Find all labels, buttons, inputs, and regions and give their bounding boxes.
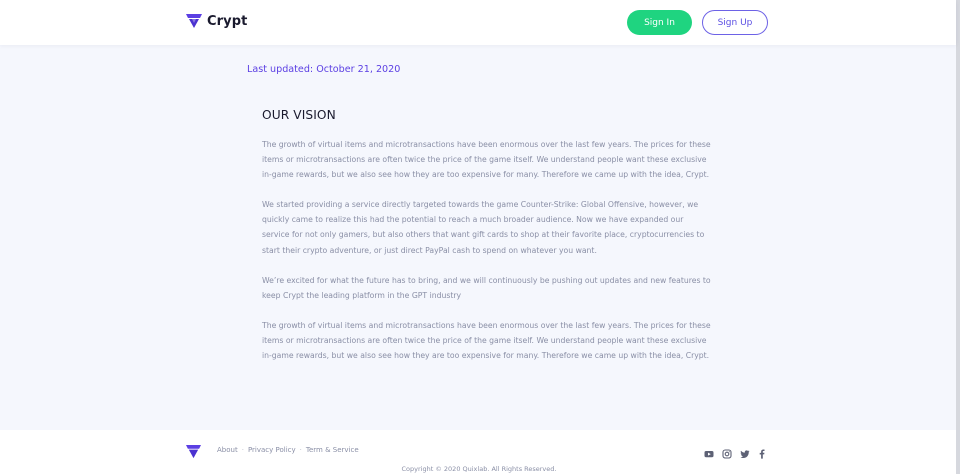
footer-link-about[interactable]: About [217,446,238,454]
page-footer: About · Privacy Policy · Term & Service … [0,430,956,474]
brand-logo[interactable]: Crypt [186,13,247,29]
paragraph: The growth of virtual items and microtra… [262,320,711,361]
paragraph: The growth of virtual items and microtra… [262,140,711,180]
brand-name: Crypt [207,13,248,29]
crypt-logo-icon [186,14,202,28]
paragraph: We started providing a service directly … [262,200,705,255]
top-header: Crypt Sign In Sign Up [0,0,956,45]
page-scrollbar[interactable] [956,0,960,474]
footer-link-privacy-policy[interactable]: Privacy Policy [248,446,296,454]
instagram-icon[interactable] [722,449,732,459]
crypt-logo-icon[interactable] [186,444,201,459]
link-separator: · [299,446,302,454]
footer-link-terms[interactable]: Term & Service [306,446,359,454]
copyright-text: Copyright © 2020 Quixlab. All Rights Res… [401,465,557,473]
link-separator: · [241,446,244,454]
last-updated-text: Last updated: October 21, 2020 [247,64,401,75]
section-title: OUR VISION [262,108,336,122]
paragraph: We’re excited for what the future has to… [262,275,711,300]
vision-section: OUR VISION The growth of virtual items a… [262,108,712,363]
youtube-icon[interactable] [704,449,714,459]
twitter-icon[interactable] [740,449,750,459]
sign-in-button[interactable]: Sign In [627,10,692,35]
sign-up-button[interactable]: Sign Up [702,10,768,35]
facebook-icon[interactable] [757,449,767,459]
footer-links: About · Privacy Policy · Term & Service [217,446,359,454]
